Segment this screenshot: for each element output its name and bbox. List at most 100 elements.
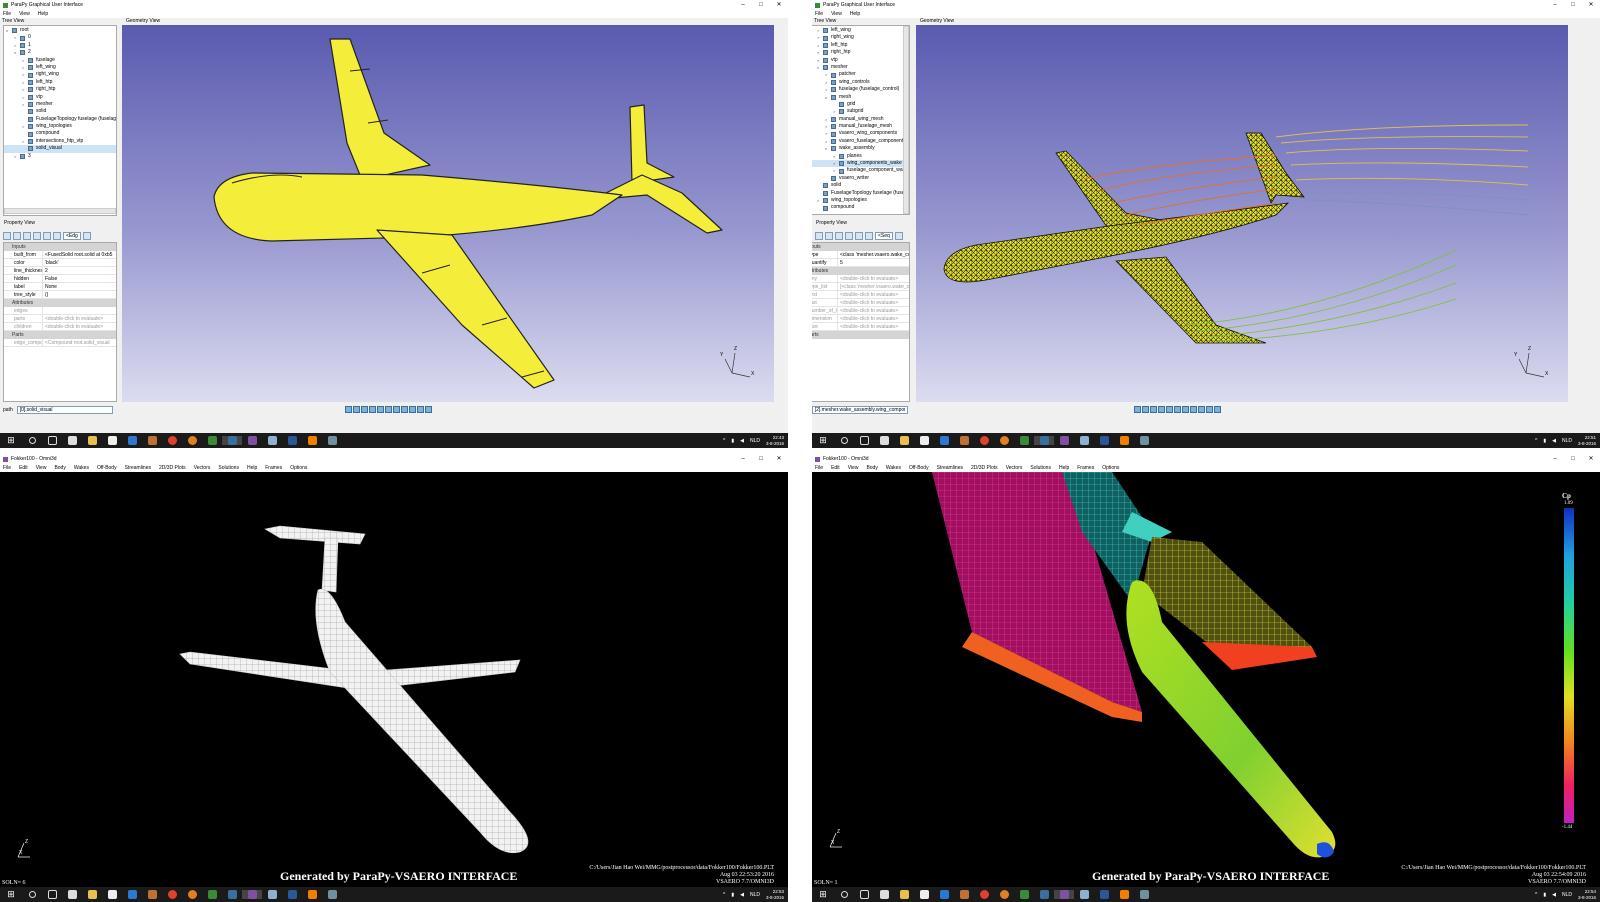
network-icon[interactable]: ▮: [1543, 438, 1546, 444]
property-value[interactable]: <FusedSolid root.solid at 0xb5: [43, 251, 116, 258]
mail-icon[interactable]: [102, 890, 122, 899]
minimize-button[interactable]: –: [734, 0, 752, 10]
property-row[interactable]: type_list[<class 'mesher.vsaero.wake_c: [812, 283, 909, 291]
vlc-icon[interactable]: [302, 890, 322, 899]
omni3d-icon[interactable]: [1054, 436, 1074, 445]
close-button[interactable]: ✕: [770, 454, 788, 464]
up-button[interactable]: [855, 231, 863, 240]
tree-item[interactable]: > manual_fuselage_mesh: [812, 123, 909, 130]
property-row[interactable]: tree_style(): [4, 291, 116, 299]
menu-help[interactable]: Help: [850, 11, 860, 17]
search-icon[interactable]: [834, 891, 854, 898]
tray-arrow-icon[interactable]: ^: [723, 438, 725, 444]
view-bottom-button[interactable]: [1174, 406, 1181, 413]
tree-item[interactable]: > vsaero_fuselage_component: [812, 138, 909, 145]
tree-item[interactable]: > right_wing: [812, 34, 909, 41]
property-row[interactable]: first<double-click to evaluate>: [812, 291, 909, 299]
clock[interactable]: 22:54 3-8-2016: [1578, 889, 1596, 900]
property-value[interactable]: [43, 307, 116, 314]
property-value[interactable]: (): [43, 291, 116, 298]
store-icon[interactable]: [874, 890, 894, 899]
tree-item[interactable]: > left_wing: [812, 27, 909, 34]
view-front-button[interactable]: [345, 406, 352, 413]
wireframe-button[interactable]: [409, 406, 416, 413]
property-row[interactable]: number_of_items<double-click to evaluate…: [812, 307, 909, 315]
tray-arrow-icon[interactable]: ^: [1535, 438, 1537, 444]
menu-wakes[interactable]: Wakes: [886, 465, 901, 471]
menu-body[interactable]: Body: [54, 465, 65, 471]
view-iso-button[interactable]: [1182, 406, 1189, 413]
property-row[interactable]: label None: [4, 283, 116, 291]
language-indicator[interactable]: NLD: [750, 892, 760, 898]
minimize-button[interactable]: –: [734, 454, 752, 464]
firefox-icon[interactable]: [994, 436, 1014, 445]
menu-vectors[interactable]: Vectors: [194, 465, 211, 471]
omni3d-icon[interactable]: [1054, 890, 1074, 899]
property-value[interactable]: <double-click to evaluate>: [838, 275, 909, 282]
mail-icon[interactable]: [102, 436, 122, 445]
back-button[interactable]: [3, 231, 11, 240]
clock[interactable]: 22:51 3-8-2016: [1578, 435, 1596, 446]
menu-off-body[interactable]: Off-Body: [909, 465, 929, 471]
edge-icon[interactable]: [122, 890, 142, 899]
volume-icon[interactable]: ◀: [740, 892, 744, 898]
tree-item[interactable]: > manual_wing_mesh: [812, 116, 909, 123]
property-section-header[interactable]: Parts: [812, 331, 909, 339]
tree-item[interactable]: > left_htp: [812, 42, 909, 49]
tree-item[interactable]: compound: [812, 204, 909, 211]
notepad-icon[interactable]: [262, 436, 282, 445]
tree-item[interactable]: grid: [812, 101, 909, 108]
language-indicator[interactable]: NLD: [1562, 892, 1572, 898]
network-icon[interactable]: ▮: [1543, 892, 1546, 898]
menu-help[interactable]: Help: [247, 465, 257, 471]
view-left-button[interactable]: [1150, 406, 1157, 413]
property-value[interactable]: <Compound root.solid_visual: [43, 339, 116, 346]
explorer-icon[interactable]: [894, 436, 914, 445]
tree-view[interactable]: v root >0 >1 v 2 > fuselage > left_wing > right_win…: [3, 25, 117, 216]
menu-plots[interactable]: 2D/3D Plots: [159, 465, 186, 471]
tree-item[interactable]: > fuselage: [4, 57, 116, 64]
store-icon[interactable]: [62, 436, 82, 445]
windows-start-icon[interactable]: ⊞: [812, 889, 834, 900]
tree-item[interactable]: v wake_assembly: [812, 145, 909, 152]
vlc-icon[interactable]: [1114, 890, 1134, 899]
volume-icon[interactable]: ◀: [1552, 892, 1556, 898]
omni3d-viewport[interactable]: Cp 1.09 -1.44 X Z Generated by ParaPy-VS…: [812, 472, 1600, 887]
tree-item[interactable]: > vtp: [4, 94, 116, 101]
view-front-button[interactable]: [1134, 406, 1141, 413]
tree-item[interactable]: > vsaero_wing_components: [812, 130, 909, 137]
tree-item[interactable]: v mesh: [812, 94, 909, 101]
view-back-button[interactable]: [353, 406, 360, 413]
edge-icon[interactable]: [934, 436, 954, 445]
edge-icon[interactable]: [934, 890, 954, 899]
app-icon-orange[interactable]: [142, 436, 162, 445]
search-icon[interactable]: [22, 891, 42, 898]
tool-icon[interactable]: [1134, 436, 1154, 445]
chrome-icon[interactable]: [162, 890, 182, 899]
search-icon[interactable]: [834, 437, 854, 444]
tree-item[interactable]: solid_visual: [4, 145, 116, 153]
view-top-button[interactable]: [1166, 406, 1173, 413]
notepad-icon[interactable]: [1074, 436, 1094, 445]
store-icon[interactable]: [874, 436, 894, 445]
parapy-icon[interactable]: [1014, 890, 1034, 899]
tree-item[interactable]: > wing_components_wake: [812, 160, 909, 168]
menu-view[interactable]: View: [831, 11, 842, 17]
menu-frames[interactable]: Frames: [265, 465, 282, 471]
tree-item[interactable]: > right_htp: [4, 86, 116, 93]
property-row[interactable]: parts <double-click to evaluate>: [4, 315, 116, 323]
firefox-icon[interactable]: [994, 890, 1014, 899]
refresh-button[interactable]: [865, 231, 873, 240]
task-view-icon[interactable]: [42, 436, 62, 445]
inspect-button[interactable]: [845, 231, 853, 240]
menu-file[interactable]: File: [3, 11, 11, 17]
edge-icon[interactable]: [122, 436, 142, 445]
tree-item[interactable]: v mesher: [812, 64, 909, 71]
word-icon[interactable]: [1094, 436, 1114, 445]
tree-item[interactable]: > vtp: [812, 57, 909, 64]
property-value[interactable]: <class 'mesher.vsaero.wake_co: [838, 251, 909, 258]
tree-item[interactable]: compound: [4, 130, 116, 137]
volume-icon[interactable]: ◀: [1552, 438, 1556, 444]
property-row[interactable]: edge_compound<Compound root.solid_visual: [4, 339, 116, 347]
parapy-icon[interactable]: [1014, 436, 1034, 445]
